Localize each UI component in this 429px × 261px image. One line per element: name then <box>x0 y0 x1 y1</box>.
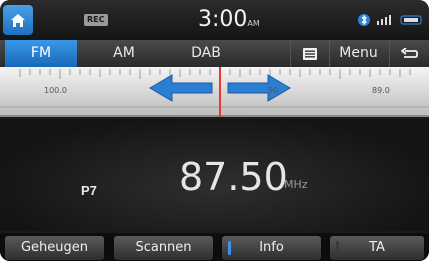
band-tab-bar: FM AM DAB Menu <box>0 40 429 67</box>
ta-indicator <box>336 241 339 255</box>
back-button[interactable] <box>389 40 429 67</box>
tab-am[interactable]: AM <box>88 40 160 67</box>
preset-label: P7 <box>81 183 97 198</box>
ta-label: TA <box>369 240 385 255</box>
info-indicator <box>228 241 231 255</box>
scannen-label: Scannen <box>135 240 192 255</box>
clock-ampm: AM <box>247 19 260 28</box>
list-icon <box>302 47 317 60</box>
menu-button[interactable]: Menu <box>329 40 387 67</box>
station-display: P7 87.50 MHz <box>0 119 429 231</box>
clock-time: 3:00 <box>198 7 248 32</box>
back-icon <box>400 47 418 58</box>
clock: 3:00AM <box>198 8 260 36</box>
tuner-label-high: 89.0 <box>372 86 390 95</box>
ta-button[interactable]: TA <box>330 236 424 260</box>
radio-screen: REC 3:00AM FM AM DAB Menu 100.0 90 89.0 … <box>0 0 429 261</box>
tab-fm[interactable]: FM <box>5 40 77 67</box>
tuner-label-mid: 90 <box>268 86 279 95</box>
frequency-display: 87.50 <box>179 155 288 199</box>
rec-badge: REC <box>84 14 108 26</box>
seek-right-arrow-icon[interactable] <box>227 74 291 102</box>
status-icons <box>356 13 422 27</box>
list-button[interactable] <box>290 40 328 67</box>
bluetooth-icon <box>358 14 370 26</box>
info-label: Info <box>259 240 284 255</box>
status-bar: REC 3:00AM <box>0 0 429 40</box>
home-button[interactable] <box>3 5 33 35</box>
geheugen-button[interactable]: Geheugen <box>5 236 104 260</box>
frequency-unit: MHz <box>284 178 308 191</box>
tuner-dial[interactable]: 100.0 90 89.0 <box>0 67 429 117</box>
tuner-label-low: 100.0 <box>44 86 67 95</box>
tab-dab[interactable]: DAB <box>170 40 242 67</box>
mode-icon <box>400 15 422 25</box>
geheugen-label: Geheugen <box>20 240 89 255</box>
home-icon <box>11 13 25 27</box>
info-button[interactable]: Info <box>222 236 321 260</box>
bottom-button-bar: Geheugen Scannen Info TA <box>0 233 429 261</box>
seek-left-arrow-icon[interactable] <box>149 74 213 102</box>
scannen-button[interactable]: Scannen <box>114 236 213 260</box>
signal-icon <box>377 15 391 25</box>
